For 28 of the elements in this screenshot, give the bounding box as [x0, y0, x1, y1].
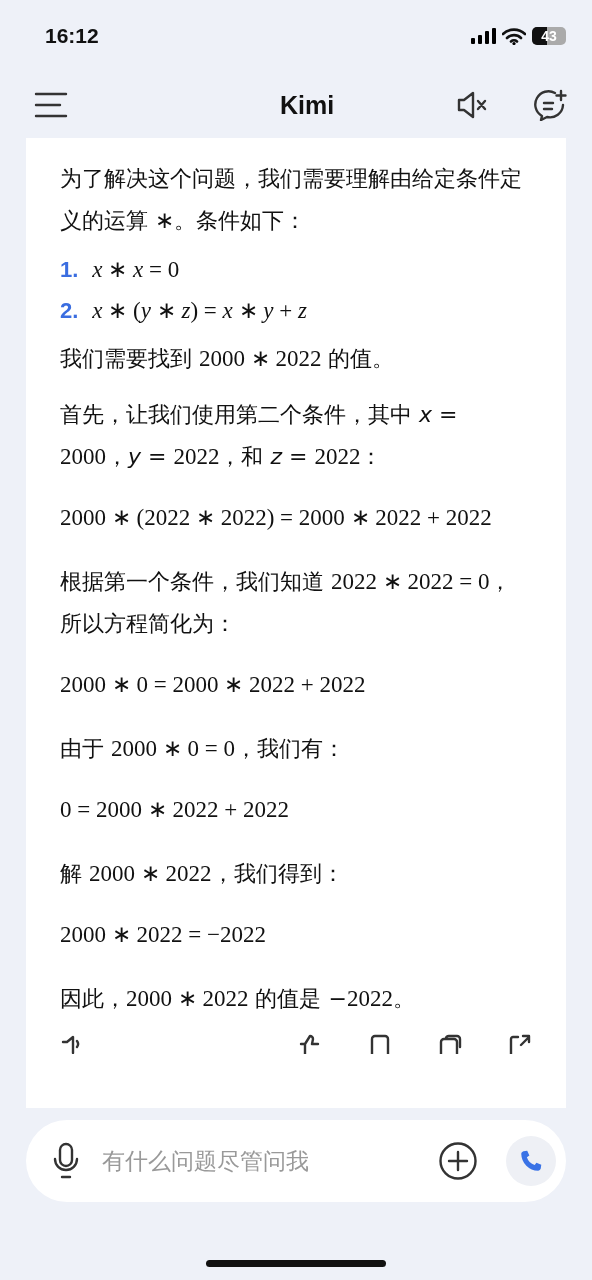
phone-icon — [518, 1148, 544, 1174]
math-formula: x ∗ x = 0 — [92, 256, 180, 283]
math-formula: 2000 ∗ (2022 ∗ 2022) = 2000 ∗ 2022 + 2022 — [60, 504, 493, 531]
math-formula: x ∗ (y ∗ z) = x ∗ y + z — [92, 297, 307, 324]
menu-icon[interactable] — [34, 92, 68, 118]
app-title: Kimi — [278, 90, 336, 120]
share-icon[interactable] — [508, 1034, 532, 1054]
list-number: 2. — [60, 298, 79, 324]
answer-paragraph: 解 2000 ∗ 2022，我们得到： — [60, 860, 345, 888]
math-formula: 2000 ∗ 2022 = −2022 — [60, 921, 267, 948]
answer-paragraph: 为了解决这个问题，我们需要理解由给定条件定义的运算 ∗。条件如下： — [60, 165, 523, 235]
answer-paragraph: 由于 2000 ∗ 0 = 0，我们有： — [60, 735, 346, 763]
math-formula: 0 = 2000 ∗ 2022 + 2022 — [60, 796, 290, 823]
answer-paragraph: 首先，让我们使用第二个条件，其中 x = 2000，y = 2022，和 z = 2022： — [60, 401, 459, 471]
answer-paragraph: 我们需要找到 2000 ∗ 2022 的值。 — [60, 345, 396, 373]
copy-icon[interactable] — [438, 1034, 462, 1054]
signal-icon — [470, 28, 496, 44]
math-formula: 2000 ∗ 0 = 2000 ∗ 2022 + 2022 — [60, 671, 367, 698]
status-time: 16:12 — [45, 24, 100, 48]
wifi-icon — [502, 27, 526, 45]
list-number: 1. — [60, 257, 79, 283]
new-chat-icon[interactable] — [534, 89, 568, 121]
answer-paragraph: 因此，2000 ∗ 2022 的值是 −2022。 — [60, 985, 416, 1013]
microphone-icon[interactable] — [52, 1142, 80, 1180]
answer-paragraph: 根据第一个条件，我们知道 2022 ∗ 2022 = 0，所以方程简化为： — [60, 568, 513, 638]
bookmark-icon[interactable] — [368, 1034, 392, 1054]
call-button[interactable] — [506, 1136, 556, 1186]
add-icon[interactable] — [438, 1141, 478, 1181]
